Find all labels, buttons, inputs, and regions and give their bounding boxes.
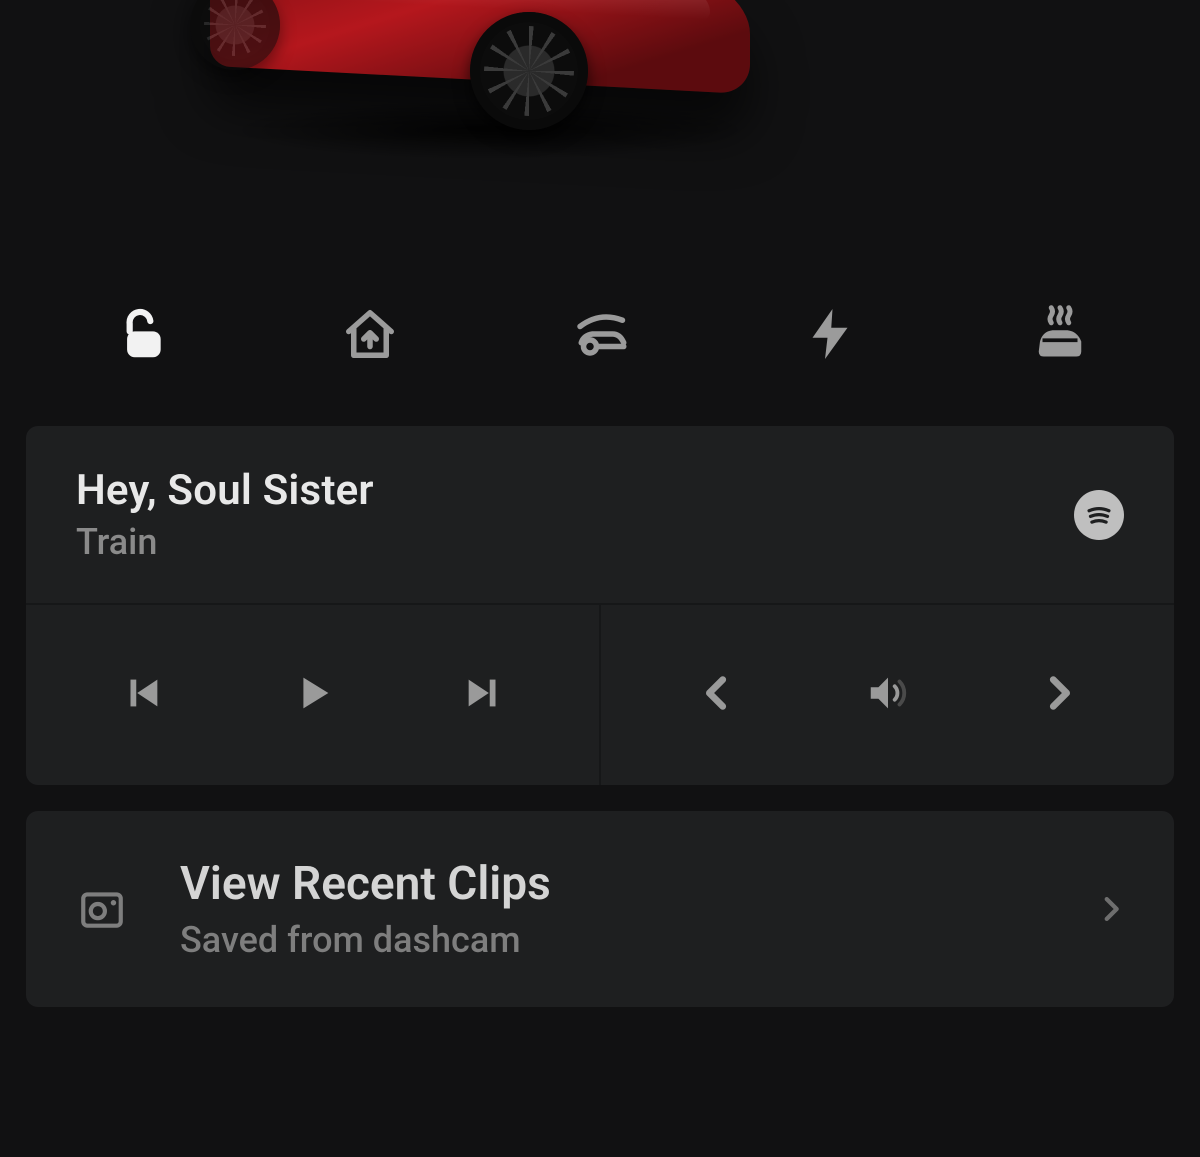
view-clips-button[interactable]: View Recent Clips Saved from dashcam (26, 811, 1174, 1007)
play-button[interactable] (278, 660, 348, 730)
skip-next-icon (461, 670, 507, 720)
skip-previous-icon (119, 670, 165, 720)
track-title: Hey, Soul Sister (76, 466, 374, 515)
vehicle-render (0, 0, 1200, 260)
chevron-left-icon (694, 670, 740, 720)
defrost-icon (1030, 304, 1090, 368)
bolt-icon (800, 304, 860, 368)
volume-icon (865, 670, 911, 720)
play-icon (290, 670, 336, 720)
charge-button[interactable] (790, 296, 870, 376)
climate-button[interactable] (1020, 296, 1100, 376)
home-up-icon (340, 304, 400, 368)
homelink-button[interactable] (330, 296, 410, 376)
clips-subtitle: Saved from dashcam (180, 919, 551, 961)
volume-down-button[interactable] (682, 660, 752, 730)
media-controls (26, 605, 1174, 785)
volume-indicator[interactable] (853, 660, 923, 730)
spotify-icon (1074, 490, 1124, 540)
lock-button[interactable] (100, 296, 180, 376)
unlock-icon (109, 303, 171, 369)
media-track-info[interactable]: Hey, Soul Sister Train (26, 426, 1174, 605)
clips-title: View Recent Clips (180, 857, 551, 911)
chevron-right-icon (1094, 892, 1128, 926)
volume-up-button[interactable] (1024, 660, 1094, 730)
next-track-button[interactable] (449, 660, 519, 730)
previous-track-button[interactable] (107, 660, 177, 730)
frunk-button[interactable] (560, 296, 640, 376)
media-card: Hey, Soul Sister Train (26, 426, 1174, 785)
track-artist: Train (76, 521, 374, 563)
frunk-open-icon (570, 304, 630, 368)
camera-icon (72, 884, 132, 934)
quick-actions-row (0, 260, 1200, 426)
chevron-right-icon (1036, 670, 1082, 720)
